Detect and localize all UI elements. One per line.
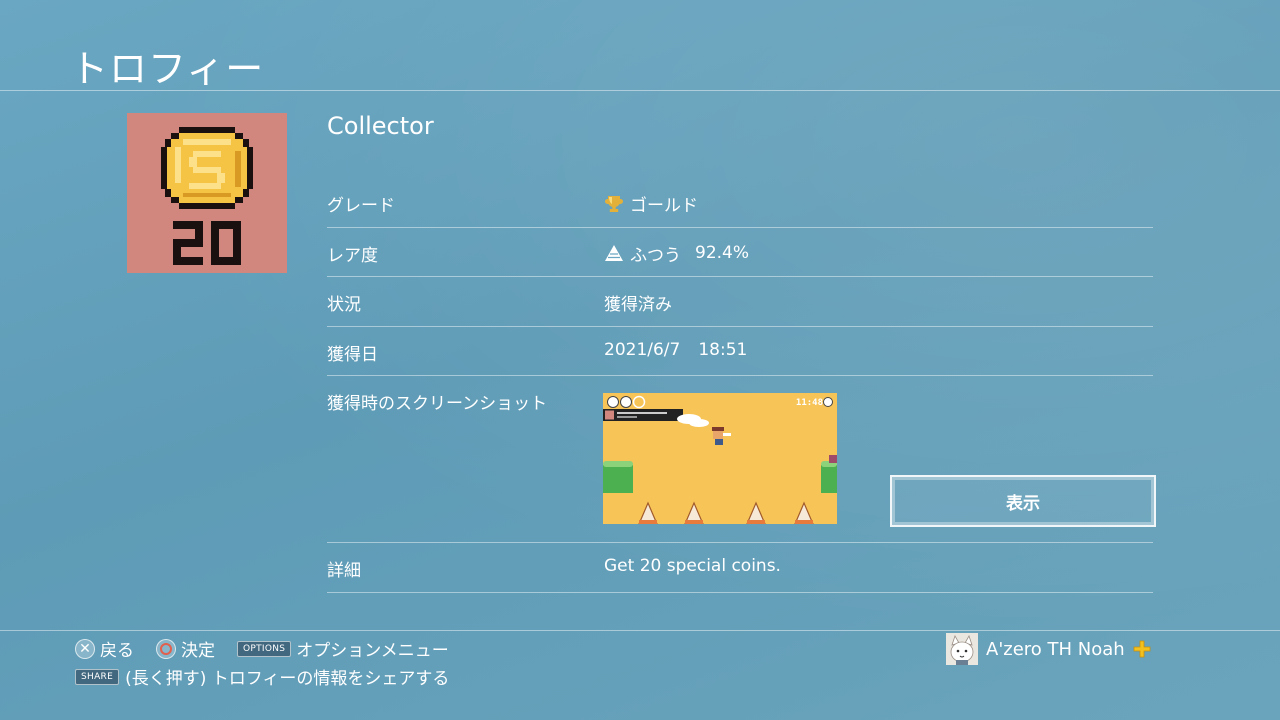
gold-trophy-icon (605, 195, 623, 212)
avatar (946, 633, 978, 665)
grade-value: ゴールド (604, 191, 698, 216)
screenshot-thumbnail[interactable]: 11:48 (603, 393, 837, 524)
share-button-icon: SHARE (75, 668, 120, 685)
screenshot-clock: 11:48 (795, 398, 823, 408)
earned-date-value: 2021/6/7 18:51 (604, 340, 747, 360)
back-label: 戻る (100, 641, 134, 661)
earned-time: 18:51 (698, 339, 748, 360)
options-hint[interactable]: OPTIONS オプションメニュー (237, 636, 449, 661)
back-hint[interactable]: ✕ 戻る (75, 636, 134, 661)
rarity-row: レア度 ふつう 92.4% (327, 228, 1153, 277)
grade-text: ゴールド (630, 196, 698, 216)
grade-row: グレード ゴールド (327, 178, 1153, 228)
earned-date: 2021/6/7 (604, 339, 681, 360)
detail-row: 詳細 Get 20 special coins. (327, 543, 1153, 593)
trophy-info-table: グレード ゴールド レア度 ふつう 92.4% 状況 獲得済み 獲得日 2021… (327, 178, 1156, 593)
share-hint-label: (長く押す) トロフィーの情報をシェアする (125, 669, 450, 689)
coin-20-icon (161, 127, 253, 265)
rarity-pyramid-icon (605, 245, 623, 261)
cat-avatar-icon (946, 633, 978, 665)
circle-button-icon (156, 638, 176, 659)
footer-divider (0, 630, 1280, 631)
status-row: 状況 獲得済み (327, 277, 1153, 327)
status-label: 状況 (327, 295, 361, 315)
view-screenshot-button[interactable]: 表示 (890, 475, 1156, 527)
detail-value: Get 20 special coins. (604, 556, 781, 576)
page-title: トロフィー (70, 47, 265, 91)
earned-date-row: 獲得日 2021/6/7 18:51 (327, 327, 1153, 376)
screenshot-row: 獲得時のスクリーンショット 11:48 表示 (327, 376, 1156, 543)
earned-date-label: 獲得日 (327, 344, 378, 365)
cross-button-icon: ✕ (75, 638, 95, 659)
footer-button-hints: ✕ 戻る 決定 OPTIONS オプションメニュー (75, 636, 471, 661)
decide-label: 決定 (181, 641, 215, 661)
screenshot-label: 獲得時のスクリーンショット (327, 394, 548, 414)
user-info: A'zero TH Noah (946, 633, 1151, 665)
share-hint[interactable]: SHARE (長く押す) トロフィーの情報をシェアする (75, 664, 449, 689)
trophy-icon (127, 113, 287, 273)
user-name: A'zero TH Noah (986, 638, 1125, 660)
detail-label: 詳細 (327, 561, 361, 581)
status-value: 獲得済み (604, 295, 672, 315)
rarity-label: レア度 (327, 245, 378, 266)
rarity-percent: 92.4% (695, 243, 750, 263)
options-button-icon: OPTIONS (237, 640, 292, 657)
game-scene-image (603, 393, 837, 524)
grade-label: グレード (327, 196, 395, 216)
ps-plus-icon (1133, 640, 1151, 658)
rarity-text: ふつう (630, 245, 681, 266)
trophy-name: Collector (327, 112, 434, 140)
options-menu-label: オプションメニュー (296, 641, 449, 661)
decide-hint[interactable]: 決定 (156, 636, 215, 661)
rarity-value: ふつう 92.4% (604, 241, 749, 266)
title-divider (0, 90, 1280, 91)
